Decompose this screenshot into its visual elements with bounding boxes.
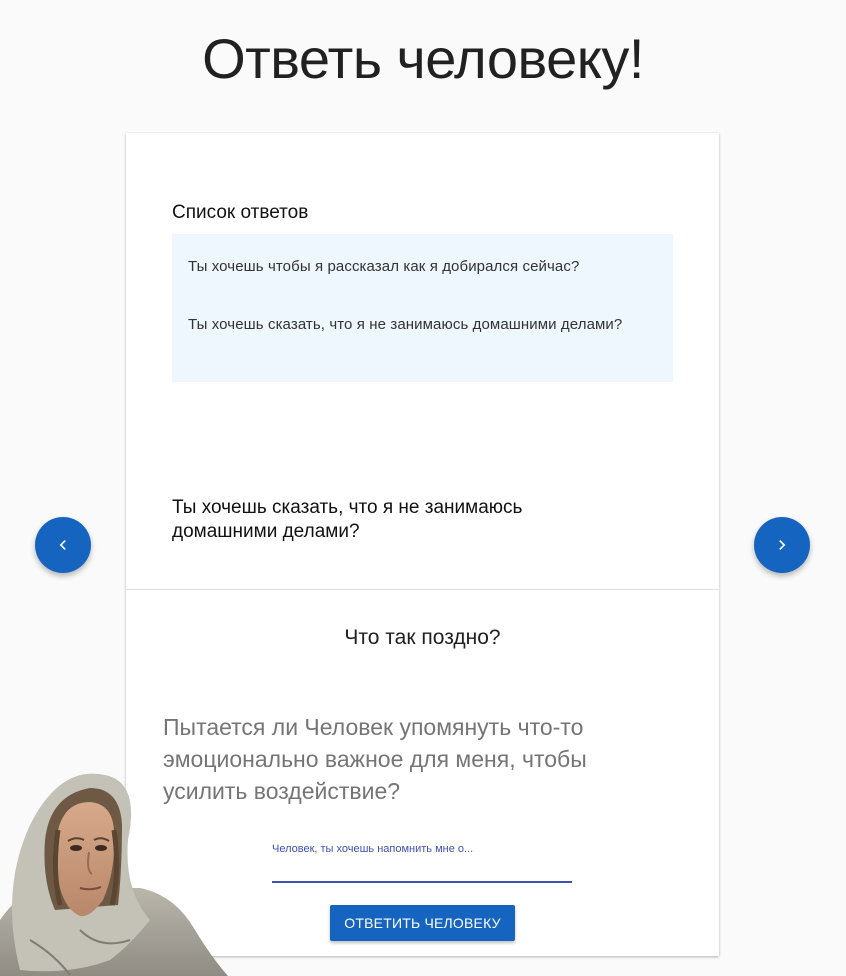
chevron-right-icon — [779, 540, 786, 550]
chevron-left-icon — [59, 540, 66, 550]
question-text: Что так поздно? — [344, 626, 501, 649]
answers-list: Ты хочешь чтобы я рассказал как я добира… — [172, 234, 673, 382]
reply-button[interactable]: ОТВЕТИТЬ ЧЕЛОВЕКУ — [330, 905, 515, 941]
page: Ответь человеку! Список ответов Ты хочеш… — [0, 0, 846, 976]
page-title: Ответь человеку! — [202, 27, 644, 90]
next-button[interactable] — [754, 517, 810, 573]
hint-text: Пытается ли Человек упомянуть что-то эмо… — [163, 714, 587, 804]
prev-button[interactable] — [35, 517, 91, 573]
divider — [126, 589, 719, 590]
answers-list-title: Список ответов — [172, 202, 309, 223]
reply-field-label: Человек, ты хочешь напомнить мне о... — [272, 843, 474, 855]
list-item: Ты хочешь сказать, что я не занимаюсь до… — [188, 316, 623, 333]
character-avatar — [0, 770, 228, 976]
reply-input[interactable] — [272, 859, 572, 883]
list-item: Ты хочешь чтобы я рассказал как я добира… — [188, 258, 580, 275]
reply-field-wrapper: Человек, ты хочешь напомнить мне о... — [272, 841, 572, 886]
current-answer-text: Ты хочешь сказать, что я не занимаюсь до… — [172, 497, 523, 542]
hooded-man-illustration — [0, 773, 228, 976]
